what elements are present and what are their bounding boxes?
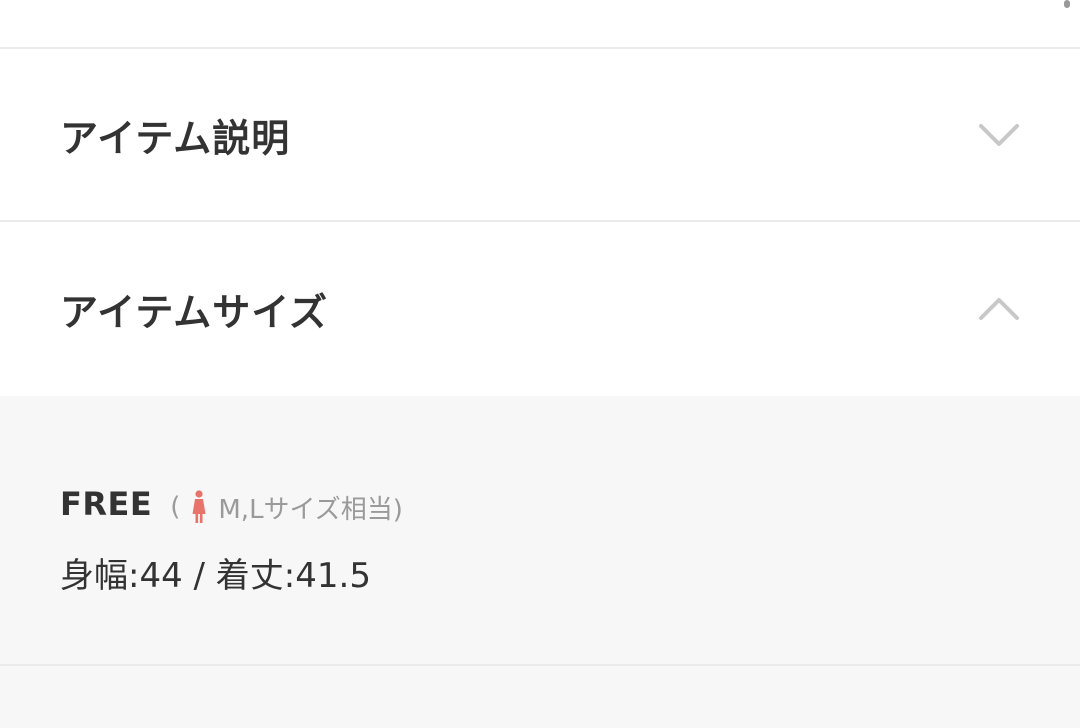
accordion-item-description[interactable]: アイテム説明 <box>0 49 1080 220</box>
item-description-title: アイテム説明 <box>60 116 291 160</box>
size-equivalent-note: ( M,Lサイズ相当) <box>170 489 403 526</box>
next-section <box>0 666 1080 728</box>
previous-section <box>0 0 1080 47</box>
chevron-up-icon[interactable] <box>978 288 1020 330</box>
accordion-item-size[interactable]: アイテムサイズ <box>0 222 1080 396</box>
item-size-panel: FREE ( M,Lサイズ相当) 身幅:44 / 着丈:41.5 <box>0 396 1080 664</box>
item-size-title: アイテムサイズ <box>60 290 329 335</box>
size-name: FREE <box>60 485 153 523</box>
item-detail-page: アイテム説明 アイテムサイズ FREE (M,Lサイズ相当) 身幅:44 / … <box>0 0 1080 728</box>
note-open-paren: ( <box>170 492 181 522</box>
size-row: FREE ( M,Lサイズ相当) <box>60 485 403 529</box>
scrollbar[interactable] <box>1064 0 1070 8</box>
size-measurements: 身幅:44 / 着丈:41.5 <box>60 556 371 596</box>
female-person-icon <box>190 490 208 524</box>
size-note-text: M,Lサイズ相当) <box>218 494 403 525</box>
chevron-down-icon[interactable] <box>978 114 1020 156</box>
